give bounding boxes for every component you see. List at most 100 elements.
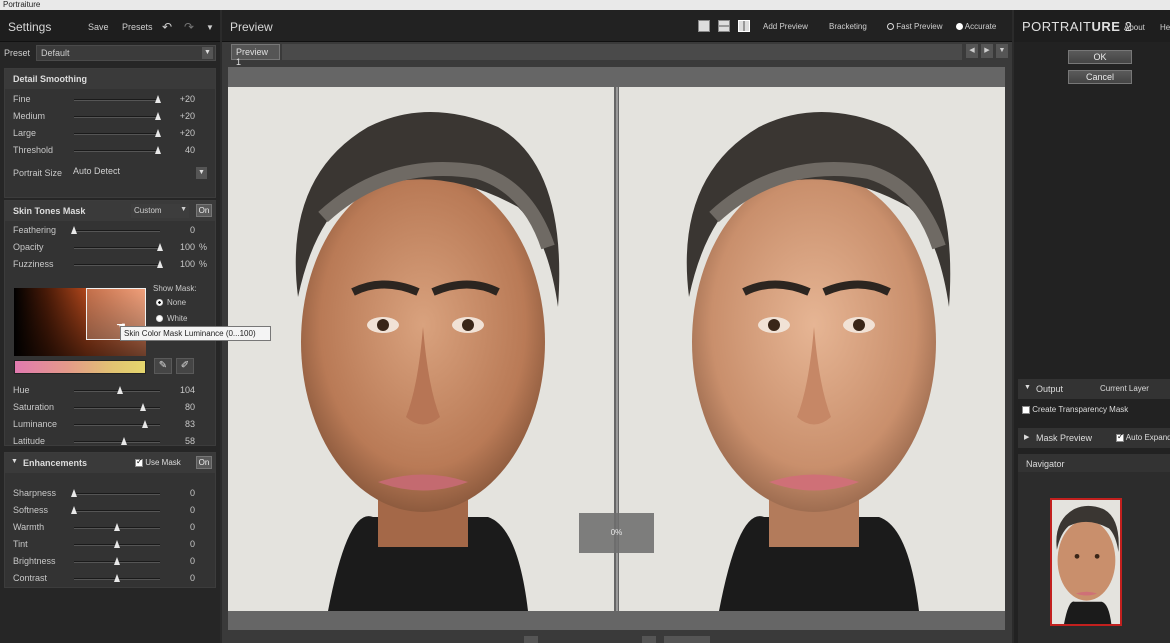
add-preview-button[interactable]: Add Preview	[763, 22, 808, 31]
single-view-icon[interactable]	[698, 20, 710, 32]
navigator-header[interactable]: Navigator	[1018, 454, 1170, 474]
slider-track[interactable]	[74, 129, 162, 137]
cancel-button[interactable]: Cancel	[1068, 70, 1132, 84]
enhancements-on-toggle[interactable]: On	[196, 456, 212, 469]
eyedropper-reset-icon[interactable]: ✐	[176, 358, 194, 374]
slider-thumb[interactable]	[120, 437, 127, 445]
accurate-radio[interactable]: Accurate	[956, 22, 996, 31]
tab-menu-icon[interactable]: ▼	[996, 44, 1008, 58]
split-vertical-icon[interactable]	[738, 20, 750, 32]
slider-track[interactable]	[74, 523, 160, 531]
slider-thumb[interactable]	[155, 129, 162, 137]
slider-thumb[interactable]	[71, 506, 77, 514]
slider-value[interactable]: 0	[190, 522, 195, 532]
output-section[interactable]: ▼ Output Current Layer	[1018, 379, 1170, 399]
slider-thumb[interactable]	[155, 95, 162, 103]
slider-thumb[interactable]	[155, 112, 162, 120]
presets-button[interactable]: Presets	[122, 22, 153, 32]
next-arrow-icon[interactable]: ▶	[981, 44, 993, 58]
hue-strip[interactable]	[14, 360, 146, 374]
prev-arrow-icon[interactable]: ◀	[966, 44, 978, 58]
slider-thumb[interactable]	[71, 489, 77, 497]
slider-thumb[interactable]	[157, 243, 163, 251]
slider-thumb[interactable]	[142, 420, 149, 428]
zoom-out-button[interactable]	[524, 636, 538, 643]
eyedropper-icon[interactable]: ✎	[154, 358, 172, 374]
slider-value[interactable]: 0	[190, 556, 195, 566]
slider-value[interactable]: 83	[185, 419, 195, 429]
skin-color-picker[interactable]: ☚	[14, 288, 146, 356]
slider-track[interactable]	[74, 403, 160, 411]
portraiture-logo: PORTRAITURE 2	[1022, 19, 1132, 34]
slider-track[interactable]	[71, 489, 160, 497]
slider-track[interactable]	[71, 506, 160, 514]
chevron-down-icon[interactable]: ▼	[196, 167, 207, 179]
fast-preview-radio[interactable]: Fast Preview	[887, 22, 942, 31]
bracketing-button[interactable]: Bracketing	[829, 22, 867, 31]
radio-white[interactable]: White	[156, 314, 187, 323]
slider-value[interactable]: +20	[180, 128, 195, 138]
save-button[interactable]: Save	[88, 22, 109, 32]
output-select[interactable]: Current Layer	[1100, 384, 1149, 393]
tab-preview-1[interactable]: Preview 1	[231, 44, 280, 67]
detail-smoothing-header[interactable]: Detail Smoothing	[5, 69, 215, 89]
slider-track[interactable]	[74, 112, 162, 120]
slider-value[interactable]: 40	[185, 145, 195, 155]
slider-thumb[interactable]	[139, 403, 146, 411]
slider-value[interactable]: 104	[180, 385, 195, 395]
slider-track[interactable]	[71, 226, 160, 234]
slider-value[interactable]: 0	[190, 225, 195, 235]
slider-thumb[interactable]	[116, 386, 123, 394]
slider-thumb[interactable]	[114, 540, 120, 548]
preview-canvas[interactable]: 0%	[228, 67, 1005, 630]
redo-icon[interactable]: ↷	[184, 20, 194, 34]
slider-track[interactable]	[74, 557, 160, 565]
zoom-in-button[interactable]	[642, 636, 656, 643]
slider-value[interactable]: 0	[190, 488, 195, 498]
enhancements-header[interactable]: ▼ Enhancements	[5, 453, 215, 473]
portrait-size-select[interactable]: Auto Detect ▼	[73, 166, 209, 182]
skin-mask-on-toggle[interactable]: On	[196, 204, 212, 217]
slider-track[interactable]	[74, 260, 163, 268]
slider-thumb[interactable]	[71, 226, 77, 234]
use-mask-checkbox[interactable]: Use Mask	[135, 457, 181, 467]
mask-mode-select[interactable]: Custom ▼	[131, 204, 189, 218]
undo-icon[interactable]: ↶	[162, 20, 172, 34]
slider-track[interactable]	[74, 243, 163, 251]
slider-value[interactable]: 0	[190, 539, 195, 549]
slider-value[interactable]: 80	[185, 402, 195, 412]
preset-select[interactable]: Default ▼	[36, 45, 216, 61]
slider-thumb[interactable]	[157, 260, 163, 268]
slider-value[interactable]: 100	[180, 259, 195, 269]
transparency-mask-checkbox[interactable]: Create Transparency Mask	[1022, 405, 1128, 414]
split-horizontal-icon[interactable]	[718, 20, 730, 32]
slider-track[interactable]	[74, 540, 160, 548]
menu-dropdown-icon[interactable]: ▼	[206, 23, 214, 32]
slider-track[interactable]	[74, 420, 160, 428]
slider-track[interactable]	[74, 574, 160, 582]
ok-button[interactable]: OK	[1068, 50, 1132, 64]
slider-value[interactable]: 100	[180, 242, 195, 252]
slider-value[interactable]: 0	[190, 573, 195, 583]
about-button[interactable]: About	[1124, 23, 1145, 32]
radio-none[interactable]: None	[156, 298, 186, 307]
help-button[interactable]: Help	[1160, 23, 1170, 32]
slider-thumb[interactable]	[155, 146, 162, 154]
zoom-level-field[interactable]	[664, 636, 710, 643]
slider-track[interactable]	[74, 95, 162, 103]
slider-thumb[interactable]	[114, 523, 120, 531]
mask-preview-section[interactable]: ▶ Mask Preview Auto Expand	[1018, 428, 1170, 448]
slider-track[interactable]	[74, 146, 162, 154]
auto-expand-checkbox[interactable]: Auto Expand	[1116, 432, 1170, 442]
slider-value[interactable]: +20	[180, 111, 195, 121]
slider-value[interactable]: +20	[180, 94, 195, 104]
navigator-thumbnail[interactable]	[1050, 498, 1122, 626]
slider-thumb[interactable]	[114, 574, 120, 582]
chevron-down-icon[interactable]: ▼	[202, 47, 213, 59]
slider-value[interactable]: 0	[190, 505, 195, 515]
slider-value[interactable]: 58	[185, 436, 195, 446]
slider-thumb[interactable]	[114, 557, 120, 565]
slider-label: Opacity	[13, 242, 44, 252]
slider-track[interactable]	[74, 386, 160, 394]
slider-track[interactable]	[74, 437, 160, 445]
